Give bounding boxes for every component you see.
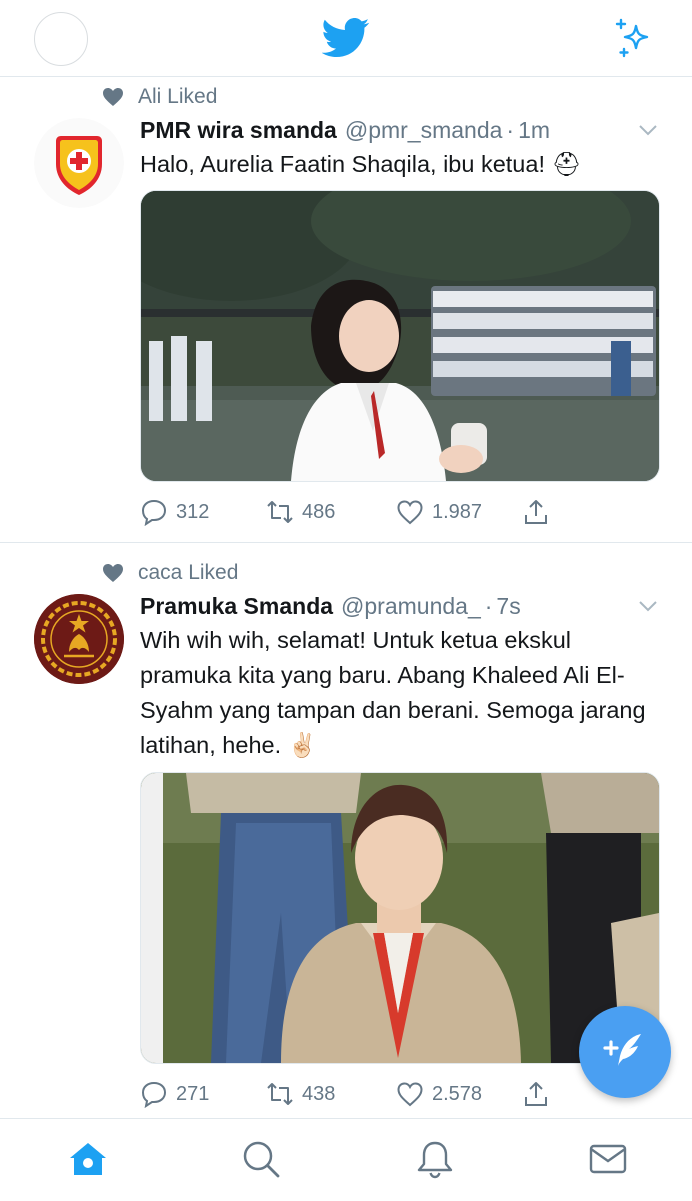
like-button[interactable]: 1.987 [396, 492, 482, 532]
timestamp: 1m [518, 116, 551, 143]
handle[interactable]: @pramunda_ [341, 593, 481, 620]
like-count: 1.987 [432, 500, 483, 523]
reply-count: 312 [176, 500, 210, 523]
display-name[interactable]: PMR wira smanda [140, 117, 337, 144]
nav-messages[interactable] [586, 1137, 630, 1181]
display-name[interactable]: Pramuka Smanda [140, 593, 333, 620]
tweet-text: Wih wih wih, selamat! Untuk ketua ekskul… [140, 627, 646, 758]
photo-scout-leader [141, 773, 659, 1063]
search-icon [243, 1141, 280, 1178]
heart-outline-icon [397, 500, 423, 525]
nav-notifications[interactable] [413, 1137, 457, 1181]
home-icon [70, 1143, 106, 1175]
reply-button[interactable]: 271 [140, 1074, 209, 1114]
social-context: Ali Liked [102, 82, 217, 112]
retweet-button[interactable]: 438 [266, 1074, 335, 1114]
tweet-actions: 312 486 1.987 [140, 492, 660, 532]
retweet-icon [267, 1083, 293, 1105]
profile-avatar[interactable] [34, 12, 88, 66]
share-icon [525, 500, 547, 524]
pmr-logo [34, 118, 124, 208]
heart-icon [103, 88, 123, 106]
tweet-actions: 271 438 2.578 [140, 1074, 660, 1114]
share-button[interactable] [522, 1074, 558, 1114]
twitter-bird-icon [322, 18, 370, 57]
retweet-count: 438 [302, 1082, 336, 1105]
handle[interactable]: @pmr_smanda [345, 117, 503, 144]
chevron-down-icon[interactable] [638, 600, 658, 612]
reply-icon [141, 499, 167, 526]
nav-search[interactable] [239, 1137, 283, 1181]
like-button[interactable]: 2.578 [396, 1074, 482, 1114]
reply-count: 271 [176, 1082, 210, 1105]
notifications-icon [417, 1141, 453, 1179]
photo-school-field [141, 191, 659, 481]
separator-dot: · [484, 592, 493, 619]
bottom-navigation [0, 1118, 692, 1201]
nav-home[interactable] [66, 1137, 110, 1181]
tweet-header: PMR wira smanda @pmr_smanda · 1m [140, 115, 662, 145]
compose-tweet-button[interactable] [579, 1006, 671, 1098]
reply-button[interactable]: 312 [140, 492, 209, 532]
retweet-button[interactable]: 486 [266, 492, 335, 532]
tweet-photo[interactable] [140, 190, 660, 482]
separator-dot: · [506, 116, 515, 143]
tweet-text: Halo, Aurelia Faatin Shaqila, ibu ketua!… [140, 151, 582, 177]
reply-icon [141, 1081, 167, 1108]
social-context: caca Liked [102, 558, 238, 588]
sparkle-icon[interactable] [612, 16, 656, 60]
timestamp: 7s [496, 592, 521, 619]
compose-quill-icon [603, 1034, 641, 1066]
share-button[interactable] [522, 492, 558, 532]
context-text: Ali Liked [138, 85, 218, 108]
tweet-divider [0, 542, 692, 543]
heart-outline-icon [397, 1082, 423, 1107]
like-count: 2.578 [432, 1082, 483, 1105]
messages-icon [589, 1144, 627, 1174]
heart-icon [103, 564, 123, 582]
retweet-icon [267, 501, 293, 523]
top-bar [0, 0, 692, 77]
pmr-avatar[interactable] [34, 118, 124, 208]
context-text: caca Liked [138, 561, 239, 584]
retweet-count: 486 [302, 500, 336, 523]
tweet-header: Pramuka Smanda @pramunda_ · 7s [140, 591, 662, 621]
tweet-photo[interactable] [140, 772, 660, 1064]
chevron-down-icon[interactable] [638, 124, 658, 136]
pramuka-avatar[interactable] [34, 594, 124, 684]
share-icon [525, 1082, 547, 1106]
pramuka-logo [34, 594, 124, 684]
